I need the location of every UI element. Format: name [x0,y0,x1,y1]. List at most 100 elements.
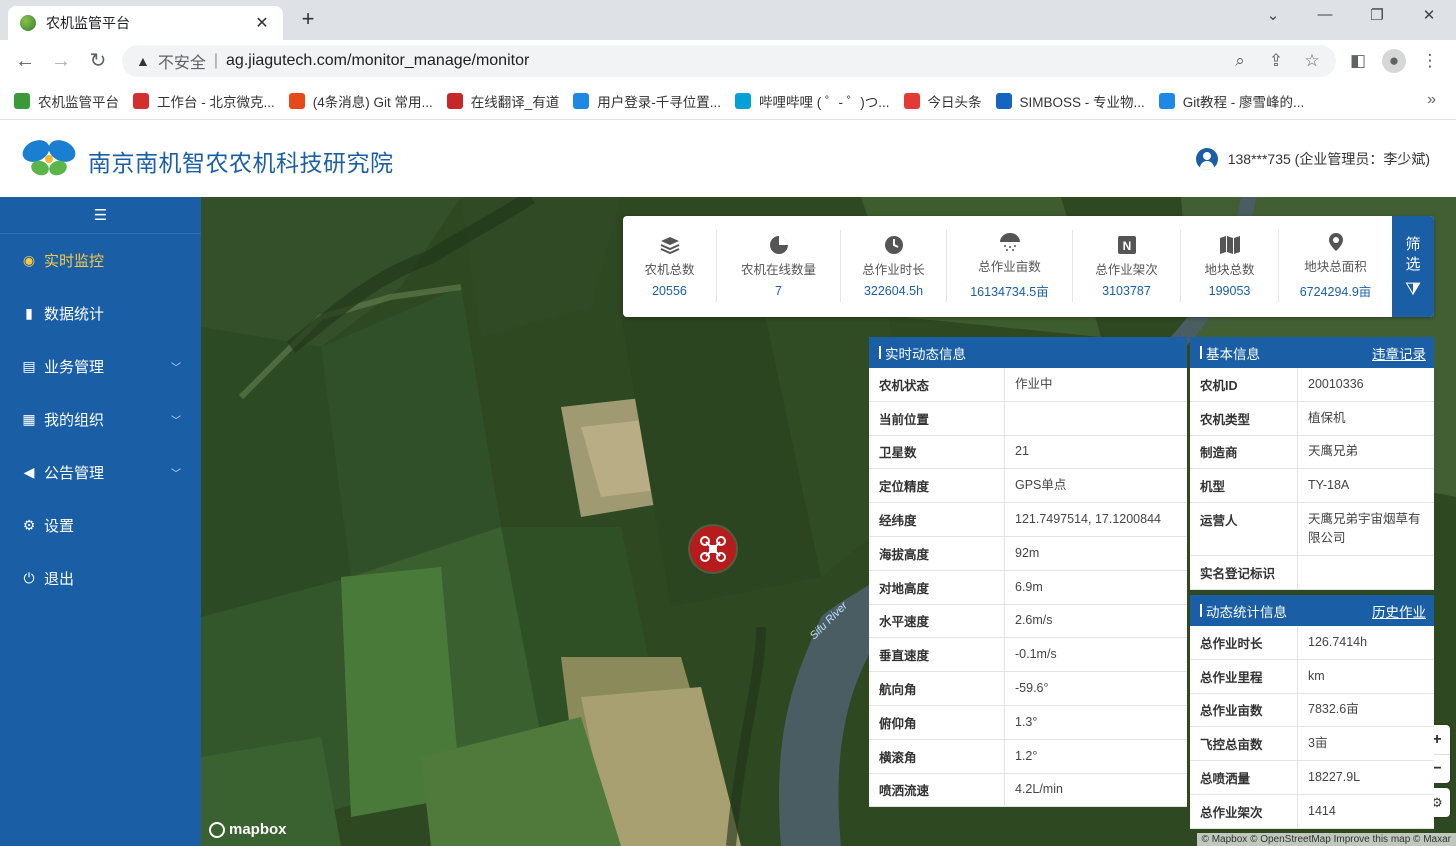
sidebar-collapse-icon[interactable]: ☰ [0,197,201,234]
bookmark-label: 哔哩哔哩 ( ゜- ゜)つ... [759,94,890,110]
bookmark-item[interactable]: 在线翻译_有道 [446,91,559,111]
sidebar: ☰ ◉ 实时监控 ▮ 数据统计 ▤ 业务管理 ﹀ ▦ 我的组织 ﹀ ◀ 公告管理 ﹀ ⚙ 设置 ⏻ 退出 [0,197,201,846]
clock-icon [883,235,905,255]
info-key: 经纬度 [869,503,1005,536]
security-warning-text: 不安全 [157,55,206,72]
back-arrow-icon[interactable]: ← [12,49,38,73]
bookmark-favicon-icon [133,92,149,109]
side-panel-icon[interactable]: ◧ [1346,49,1370,73]
bookmark-item[interactable]: 农机监管平台 [14,91,119,111]
basic-info-header: 基本信息 违章记录 [1190,337,1434,368]
bookmark-item[interactable]: SIMBOSS - 专业物... [995,91,1145,111]
info-row: 总作业亩数 7832.6亩 [1190,693,1434,728]
company-logo [22,140,76,176]
bookmarks-bar: 农机监管平台 工作台 - 北京微克... (4条消息) Git 常用... 在线翻译_… [0,82,1456,120]
address-separator: | [213,52,219,69]
sidebar-item-label: 设置 [44,518,75,535]
tab-close-icon[interactable]: ✕ [253,13,271,33]
close-window-button[interactable]: ✕ [1414,6,1444,24]
info-value: 4.2L/min [1015,782,1063,797]
bookmark-favicon-icon [14,92,30,109]
info-row: 总作业里程 km [1190,659,1434,694]
filter-label-2: 选 [1405,255,1421,273]
info-value: -59.6° [1015,681,1049,696]
sidebar-item-2[interactable]: ▮ 数据统计 [0,287,201,340]
bookmark-item[interactable]: (4条消息) Git 常用... [288,91,433,111]
filter-button[interactable]: 筛 选 ⧩ [1392,216,1434,317]
sidebar-item-7[interactable]: ⏻ 退出 [0,552,201,605]
history-work-link[interactable]: 历史作业 [1372,601,1426,621]
info-key: 卫星数 [869,435,1005,469]
browser-tabstrip: 农机监管平台 ✕ + ⌄ — ❐ ✕ [0,0,1456,40]
sidebar-item-label: 我的组织 [44,412,105,429]
info-row: 俯仰角 1.3° [869,705,1187,740]
building-icon: ▦ [22,411,36,427]
bookmark-item[interactable]: 今日头条 [903,91,982,111]
basic-info-title: 基本信息 [1206,346,1260,362]
info-row: 水平速度 2.6m/s [869,604,1187,639]
chevron-down-icon: ﹀ [171,416,181,427]
share-icon[interactable]: ⇪ [1264,49,1288,73]
info-key: 总喷洒量 [1190,761,1298,794]
info-row: 定位精度 GPS单点 [869,469,1187,504]
stat-label: 总作业时长 [862,262,925,277]
bookmark-favicon-icon [446,92,463,109]
star-icon[interactable]: ☆ [1300,49,1324,73]
info-value: 21 [1015,444,1029,459]
browser-tab[interactable]: 农机监管平台 ✕ [8,6,283,40]
bookmark-item[interactable]: Git教程 - 廖雪峰的... [1158,91,1304,111]
info-key: 横滚角 [869,739,1005,773]
sidebar-item-1[interactable]: ◉ 实时监控 [0,234,201,287]
info-value [1298,556,1434,589]
n-badge-icon: N [1116,235,1138,255]
sidebar-item-4[interactable]: ▦ 我的组织 ﹀ [0,393,201,446]
mapbox-icon [209,821,225,838]
restore-button[interactable]: ❐ [1362,6,1392,24]
bookmark-label: (4条消息) Git 常用... [312,94,433,110]
map-attribution[interactable]: © Mapbox © OpenStreetMap Improve this ma… [1196,833,1456,846]
dynamic-stats-header: 动态统计信息 历史作业 [1190,595,1434,626]
bookmark-label: 工作台 - 北京微克... [157,94,275,110]
info-value: GPS单点 [1015,478,1067,493]
bookmark-item[interactable]: 哔哩哔哩 ( ゜- ゜)つ... [735,91,890,111]
stat-label: 地块总数 [1204,262,1255,277]
tab-search-chevron-icon[interactable]: ⌄ [1258,6,1288,24]
address-bar[interactable]: ▲ 不安全 | ag.jiagutech.com/monitor_manage/… [122,45,1336,77]
stat-value: 3103787 [1102,283,1151,298]
minimize-button[interactable]: — [1310,6,1340,23]
sidebar-item-6[interactable]: ⚙ 设置 [0,499,201,552]
info-value: 植保机 [1308,410,1346,425]
profile-icon[interactable]: ● [1382,49,1406,73]
drone-marker-icon[interactable] [690,526,736,572]
info-key: 垂直速度 [869,638,1005,672]
tab-favicon-icon [20,15,36,31]
forward-arrow-icon[interactable]: → [48,49,74,73]
stat-card: 农机在线数量 7 [717,230,841,302]
bookmark-item[interactable]: 工作台 - 北京微克... [133,91,275,111]
drone-glyph-icon [700,536,726,562]
bookmark-favicon-icon [1158,92,1175,109]
info-key: 机型 [1190,469,1298,503]
info-key: 喷洒流速 [869,773,1005,807]
bookmarks-overflow-icon[interactable]: » [1427,91,1436,109]
sidebar-item-3[interactable]: ▤ 业务管理 ﹀ [0,340,201,393]
new-tab-button[interactable]: + [296,7,320,31]
user-info[interactable]: 138***735 (企业管理员：李少斌) [1195,148,1430,170]
svg-text:N: N [1122,239,1131,253]
zoom-icon[interactable]: ⌕ [1228,49,1252,73]
bookmark-favicon-icon [735,92,752,109]
org-title: 南京南机智农农机科技研究院 [88,150,394,176]
reload-icon[interactable]: ↻ [85,49,111,73]
violation-record-link[interactable]: 违章记录 [1372,343,1426,363]
menu-dots-icon[interactable]: ⋮ [1418,49,1442,73]
pie-icon [768,235,790,255]
info-row: 总喷洒量 18227.9L [1190,761,1434,795]
sidebar-item-5[interactable]: ◀ 公告管理 ﹀ [0,446,201,499]
info-value: 1414 [1308,803,1336,818]
header-bar-marker [1200,604,1202,617]
info-key: 总作业亩数 [1190,693,1298,727]
bookmark-item[interactable]: 用户登录-千寻位置... [573,91,721,111]
stat-card: 地块总数 199053 [1181,230,1279,302]
info-value: 6.9m [1015,579,1043,594]
bookmark-favicon-icon [573,92,590,109]
